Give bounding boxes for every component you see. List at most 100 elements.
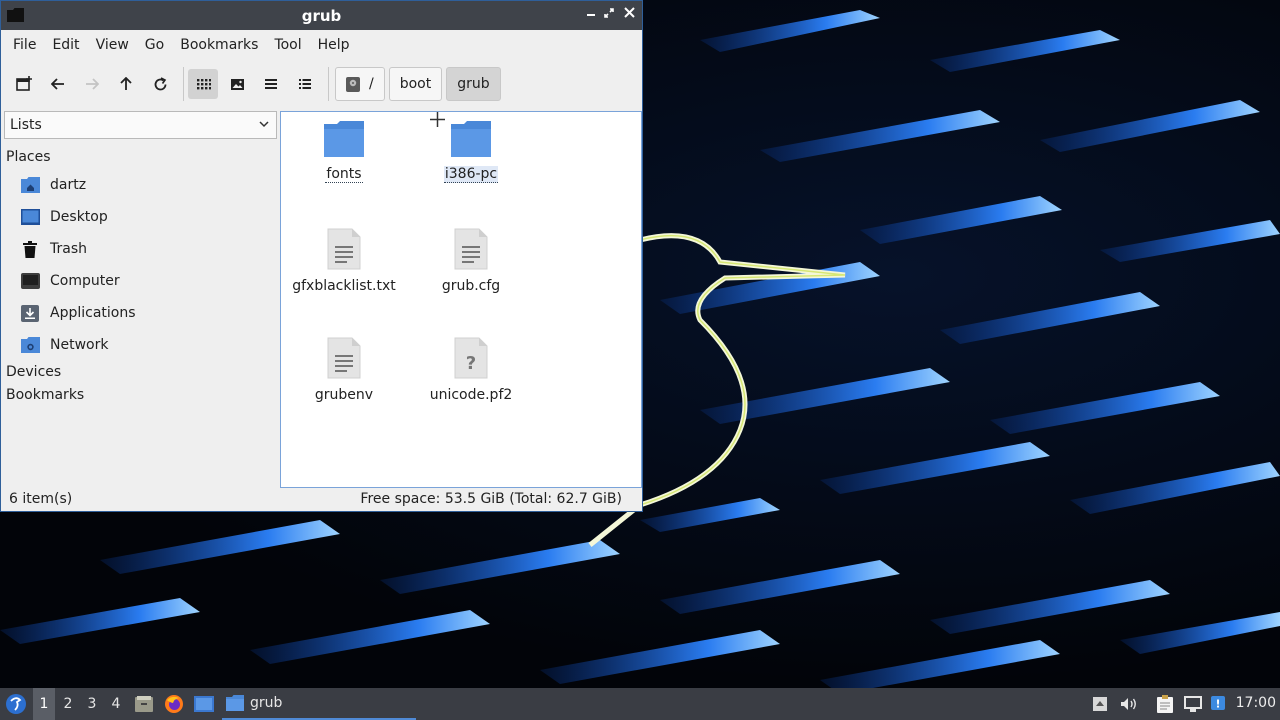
maximize-icon: [604, 8, 614, 18]
workspace-3[interactable]: 3: [81, 688, 103, 720]
file-item-label: fonts: [325, 166, 363, 183]
forward-button[interactable]: [77, 69, 107, 99]
workspace-2[interactable]: 2: [57, 688, 79, 720]
place-computer[interactable]: Computer: [4, 265, 277, 297]
network-icon: [20, 337, 40, 353]
volume-button[interactable]: [1118, 688, 1140, 720]
start-menu-icon: [6, 694, 26, 714]
menu-go[interactable]: Go: [137, 37, 172, 53]
notification-icon: !: [1211, 696, 1225, 711]
svg-text:?: ?: [466, 353, 476, 374]
toolbar-separator: [183, 67, 184, 101]
minimize-icon: [587, 14, 595, 16]
close-button[interactable]: [620, 6, 638, 24]
workspace-4[interactable]: 4: [105, 688, 127, 720]
file-item-label: i386-pc: [443, 166, 499, 183]
place-network[interactable]: Network: [4, 329, 277, 361]
back-arrow-icon: [51, 78, 64, 90]
menu-view[interactable]: View: [88, 37, 137, 53]
firefox-launcher[interactable]: [163, 688, 185, 720]
window-titlebar[interactable]: grub: [1, 1, 642, 30]
file-item-label: grub.cfg: [441, 278, 501, 294]
window-title: grub: [301, 7, 342, 25]
crosshair-cursor-icon: [430, 112, 445, 127]
file-manager-icon: [135, 696, 153, 712]
file-icon-view[interactable]: fonts i386-pc gfxblacklist.txt grub.cfg …: [280, 111, 642, 488]
side-panel: Lists Places dartz Desktop Trash Compute…: [4, 111, 277, 486]
file-item[interactable]: grubenv: [284, 337, 404, 403]
notification-button[interactable]: !: [1208, 688, 1228, 720]
computer-icon: [20, 273, 40, 289]
folder-icon: [226, 695, 244, 711]
clock[interactable]: 17:00: [1236, 695, 1276, 711]
menu-bookmarks[interactable]: Bookmarks: [172, 37, 266, 53]
file-item-label: gfxblacklist.txt: [292, 278, 396, 294]
new-tab-button[interactable]: [9, 69, 39, 99]
file-item[interactable]: ? unicode.pf2: [411, 337, 531, 403]
unknown-file-icon: ?: [454, 337, 488, 379]
item-count: 6 item(s): [9, 491, 73, 507]
compact-view-button[interactable]: [256, 69, 286, 99]
place-dartz[interactable]: dartz: [4, 169, 277, 201]
folder-icon: [451, 121, 491, 157]
start-menu-button[interactable]: [2, 688, 30, 720]
place-trash[interactable]: Trash: [4, 233, 277, 265]
devices-header[interactable]: Devices: [4, 361, 277, 384]
text-file-icon: [454, 228, 488, 270]
new-tab-icon: [16, 76, 32, 91]
file-item-label: unicode.pf2: [429, 387, 513, 403]
home-folder-icon: [20, 177, 40, 193]
folder-icon: [324, 121, 364, 157]
image-view-icon: [230, 78, 244, 90]
place-label: Computer: [50, 273, 120, 289]
forward-arrow-icon: [86, 78, 99, 90]
path-root-button[interactable]: /: [335, 67, 385, 101]
file-item[interactable]: grub.cfg: [411, 228, 531, 294]
drive-icon: [346, 76, 360, 92]
show-desktop-icon: [194, 696, 214, 712]
file-item-selected[interactable]: i386-pc: [411, 120, 531, 183]
file-item[interactable]: fonts: [284, 120, 404, 183]
place-applications[interactable]: Applications: [4, 297, 277, 329]
clipboard-icon: [1157, 695, 1173, 713]
path-root-label: /: [369, 76, 374, 92]
back-button[interactable]: [43, 69, 73, 99]
clipboard-button[interactable]: [1154, 688, 1176, 720]
detailed-list-button[interactable]: [290, 69, 320, 99]
menu-edit[interactable]: Edit: [44, 37, 87, 53]
reload-icon: [154, 76, 166, 90]
toolbar-separator: [328, 67, 329, 101]
menu-file[interactable]: File: [5, 37, 44, 53]
chevron-down-icon: [259, 121, 269, 128]
path-crumb-grub[interactable]: grub: [446, 67, 501, 101]
places-header[interactable]: Places: [4, 146, 277, 169]
icon-view-button[interactable]: [188, 69, 218, 99]
taskbar: 1 2 3 4 grub ! 17:00: [0, 688, 1280, 720]
grid-view-icon: [196, 78, 211, 89]
network-status-button[interactable]: [1182, 688, 1204, 720]
status-bar: 6 item(s) Free space: 53.5 GiB (Total: 6…: [1, 488, 642, 512]
toolbar: / boot grub: [1, 60, 642, 108]
path-crumb-boot[interactable]: boot: [388, 67, 443, 101]
taskbar-window-grub[interactable]: grub: [222, 688, 416, 720]
thumbnail-view-button[interactable]: [222, 69, 252, 99]
volume-icon: [1121, 698, 1136, 710]
reload-button[interactable]: [145, 69, 175, 99]
place-desktop[interactable]: Desktop: [4, 201, 277, 233]
maximize-button[interactable]: [600, 6, 618, 24]
tray-arrow-button[interactable]: [1090, 688, 1110, 720]
menu-tool[interactable]: Tool: [266, 37, 309, 53]
show-desktop-button[interactable]: [193, 688, 215, 720]
side-panel-mode-select[interactable]: Lists: [4, 111, 277, 139]
bookmarks-header[interactable]: Bookmarks: [4, 384, 277, 407]
up-button[interactable]: [111, 69, 141, 99]
minimize-button[interactable]: [582, 6, 600, 24]
menu-bar: File Edit View Go Bookmarks Tool Help: [1, 30, 642, 60]
file-item-label: grubenv: [314, 387, 374, 403]
file-item[interactable]: gfxblacklist.txt: [284, 228, 404, 294]
workspace-1[interactable]: 1: [33, 688, 55, 720]
menu-help[interactable]: Help: [310, 37, 358, 53]
firefox-icon: [165, 695, 183, 713]
text-file-icon: [327, 228, 361, 270]
file-manager-launcher[interactable]: [133, 688, 155, 720]
